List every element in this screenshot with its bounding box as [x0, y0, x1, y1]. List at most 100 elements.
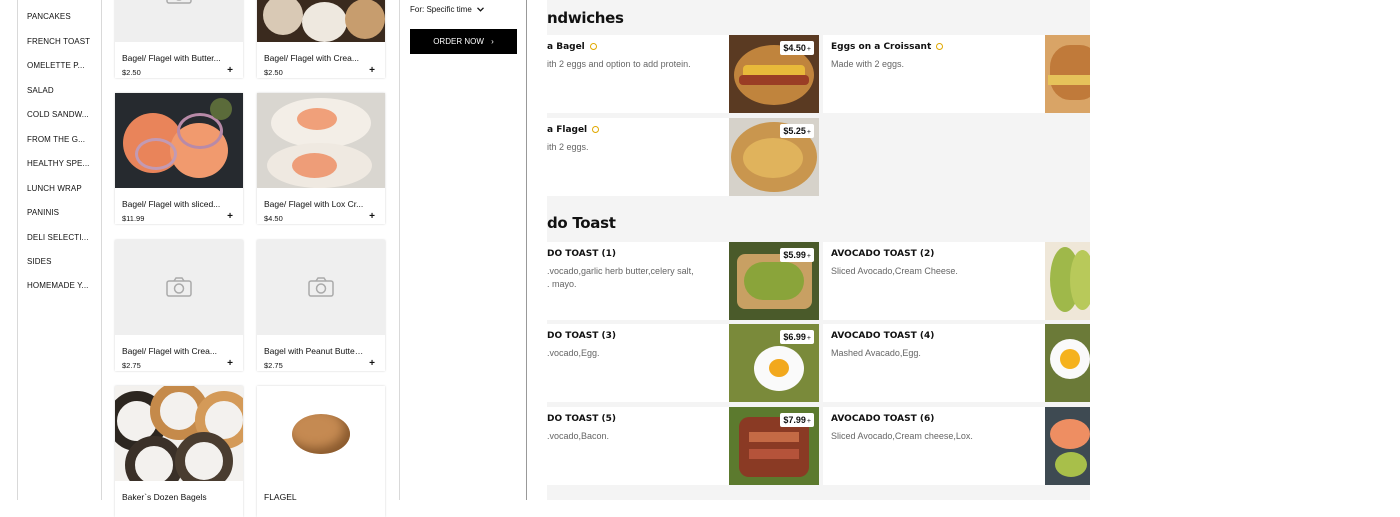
menu-item-description: .vocado,Egg. [547, 348, 600, 358]
product-name: Bagel/ Flagel with Crea... [264, 53, 359, 63]
menu-item-title: a Flagel [547, 125, 600, 135]
product-image [115, 386, 243, 481]
product-image [257, 0, 385, 42]
award-badge-icon [589, 43, 597, 50]
category-from-the-grill[interactable]: FROM THE G... [27, 135, 85, 144]
product-card[interactable]: Bagel with Peanut Butter... $2.75 + [257, 240, 385, 371]
camera-icon [308, 277, 334, 297]
menu-item-image: $5.25+ [729, 118, 819, 196]
product-price: $4.50 [264, 214, 283, 223]
menu-item-price: $7.99+ [780, 413, 814, 427]
menu-item-image [1045, 35, 1090, 113]
order-now-button[interactable]: ORDER NOW › [410, 29, 517, 54]
product-price: $2.75 [264, 361, 283, 370]
menu-item[interactable]: AVOCADO TOAST (6) Sliced Avocado,Cream c… [823, 407, 1090, 485]
menu-item-title: a Bagel [547, 42, 597, 52]
product-image-placeholder [115, 240, 243, 335]
menu-item-description: .vocado,Bacon. [547, 431, 610, 441]
menu-item-description: Sliced Avocado,Cream cheese,Lox. [831, 431, 973, 441]
add-product-button[interactable]: + [227, 211, 233, 222]
add-product-button[interactable]: + [369, 358, 375, 369]
menu-item[interactable]: DO TOAST (3) .vocado,Egg. $6.99+ [547, 324, 819, 402]
menu-item-image: $6.99+ [729, 324, 819, 402]
menu-item-title: AVOCADO TOAST (2) [831, 249, 935, 259]
category-french-toast[interactable]: FRENCH TOAST [27, 37, 90, 46]
product-name: Bagel/ Flagel with sliced... [122, 199, 221, 209]
add-product-button[interactable]: + [369, 65, 375, 76]
order-time-selector[interactable]: For: Specific time [410, 5, 484, 14]
order-time-label: For: Specific time [410, 5, 472, 14]
menu-item-image: $4.50+ [729, 35, 819, 113]
category-salad[interactable]: SALAD [27, 86, 54, 95]
menu-item-title: DO TOAST (5) [547, 414, 617, 424]
product-card[interactable]: Bagel/ Flagel with Butter... $2.50 + [115, 0, 243, 78]
product-card[interactable]: Bagel/ Flagel with Crea... $2.50 + [257, 0, 385, 78]
category-paninis[interactable]: PANINIS [27, 208, 59, 217]
menu-item-price: $6.99+ [780, 330, 814, 344]
product-card[interactable]: Baker`s Dozen Bagels [115, 386, 243, 517]
section-title-avocado-toast: do Toast [547, 214, 616, 232]
menu-item[interactable]: AVOCADO TOAST (2) Sliced Avocado,Cream C… [823, 242, 1090, 320]
category-pancakes[interactable]: PANCAKES [27, 12, 71, 21]
product-price: $2.75 [122, 361, 141, 370]
add-product-button[interactable]: + [369, 211, 375, 222]
product-image [257, 386, 385, 481]
chevron-down-icon [477, 7, 484, 12]
product-name: FLAGEL [264, 492, 297, 502]
award-badge-icon [592, 126, 600, 133]
camera-icon [166, 277, 192, 297]
product-image-placeholder [257, 240, 385, 335]
menu-item-title: DO TOAST (3) [547, 331, 617, 341]
menu-item[interactable]: a Flagel ith 2 eggs. $5.25+ [547, 118, 819, 196]
award-badge-icon [936, 43, 944, 50]
menu-item-price: $5.99+ [780, 248, 814, 262]
menu-item-title: Eggs on a Croissant [831, 42, 944, 52]
add-product-button[interactable]: + [227, 358, 233, 369]
product-name: Bagel/ Flagel with Butter... [122, 53, 221, 63]
chevron-right-icon: › [491, 37, 494, 46]
product-name: Baker`s Dozen Bagels [122, 492, 207, 502]
product-card[interactable]: Bagel/ Flagel with Crea... $2.75 + [115, 240, 243, 371]
menu-item[interactable]: Eggs on a Croissant Made with 2 eggs. [823, 35, 1090, 113]
menu-item-image: $7.99+ [729, 407, 819, 485]
menu-item-price: $4.50+ [780, 41, 814, 55]
section-title-sandwiches: ndwiches [547, 9, 624, 27]
category-omelette[interactable]: OMELETTE P... [27, 61, 85, 70]
menu-item-price: $5.25+ [780, 124, 814, 138]
product-image [257, 93, 385, 188]
menu-item[interactable]: DO TOAST (5) .vocado,Bacon. $7.99+ [547, 407, 819, 485]
order-panel: For: Specific time ORDER NOW › [399, 0, 527, 500]
category-sidebar: PANCAKES FRENCH TOAST OMELETTE P... SALA… [17, 0, 102, 500]
menu-item-description: Made with 2 eggs. [831, 59, 905, 69]
menu-item-image [1045, 324, 1090, 402]
category-homemade[interactable]: HOMEMADE Y... [27, 281, 88, 290]
order-now-label: ORDER NOW [433, 37, 484, 46]
product-image-placeholder [115, 0, 243, 42]
menu-item-image [1045, 242, 1090, 320]
product-image [115, 93, 243, 188]
menu-item-image: $5.99+ [729, 242, 819, 320]
menu-item-description: .vocado,garlic herb butter,celery salt,.… [547, 266, 694, 289]
product-card[interactable]: FLAGEL [257, 386, 385, 517]
menu-item[interactable]: a Bagel ith 2 eggs and option to add pro… [547, 35, 819, 113]
product-name: Bagel/ Flagel with Crea... [122, 346, 217, 356]
menu-item-description: ith 2 eggs and option to add protein. [547, 59, 691, 69]
menu-item-title: DO TOAST (1) [547, 249, 617, 259]
menu-item-description: Sliced Avocado,Cream Cheese. [831, 266, 958, 276]
add-product-button[interactable]: + [227, 65, 233, 76]
category-lunch-wrap[interactable]: LUNCH WRAP [27, 184, 82, 193]
menu-item[interactable]: DO TOAST (1) .vocado,garlic herb butter,… [547, 242, 819, 320]
product-name: Bagel with Peanut Butter... [264, 346, 364, 356]
menu-item-description: ith 2 eggs. [547, 142, 589, 152]
category-deli-selections[interactable]: DELI SELECTI... [27, 233, 89, 242]
category-healthy-specials[interactable]: HEALTHY SPE... [27, 159, 89, 168]
menu-item-description: Mashed Avacado,Egg. [831, 348, 921, 358]
menu-item[interactable]: AVOCADO TOAST (4) Mashed Avacado,Egg. [823, 324, 1090, 402]
product-price: $11.99 [122, 214, 145, 223]
menu-item-title: AVOCADO TOAST (6) [831, 414, 935, 424]
product-card[interactable]: Bage/ Flagel with Lox Cr... $4.50 + [257, 93, 385, 224]
product-grid: Bagel/ Flagel with Butter... $2.50 + Bag… [100, 0, 399, 517]
product-card[interactable]: Bagel/ Flagel with sliced... $11.99 + [115, 93, 243, 224]
category-cold-sandwiches[interactable]: COLD SANDW... [27, 110, 89, 119]
category-sides[interactable]: SIDES [27, 257, 52, 266]
